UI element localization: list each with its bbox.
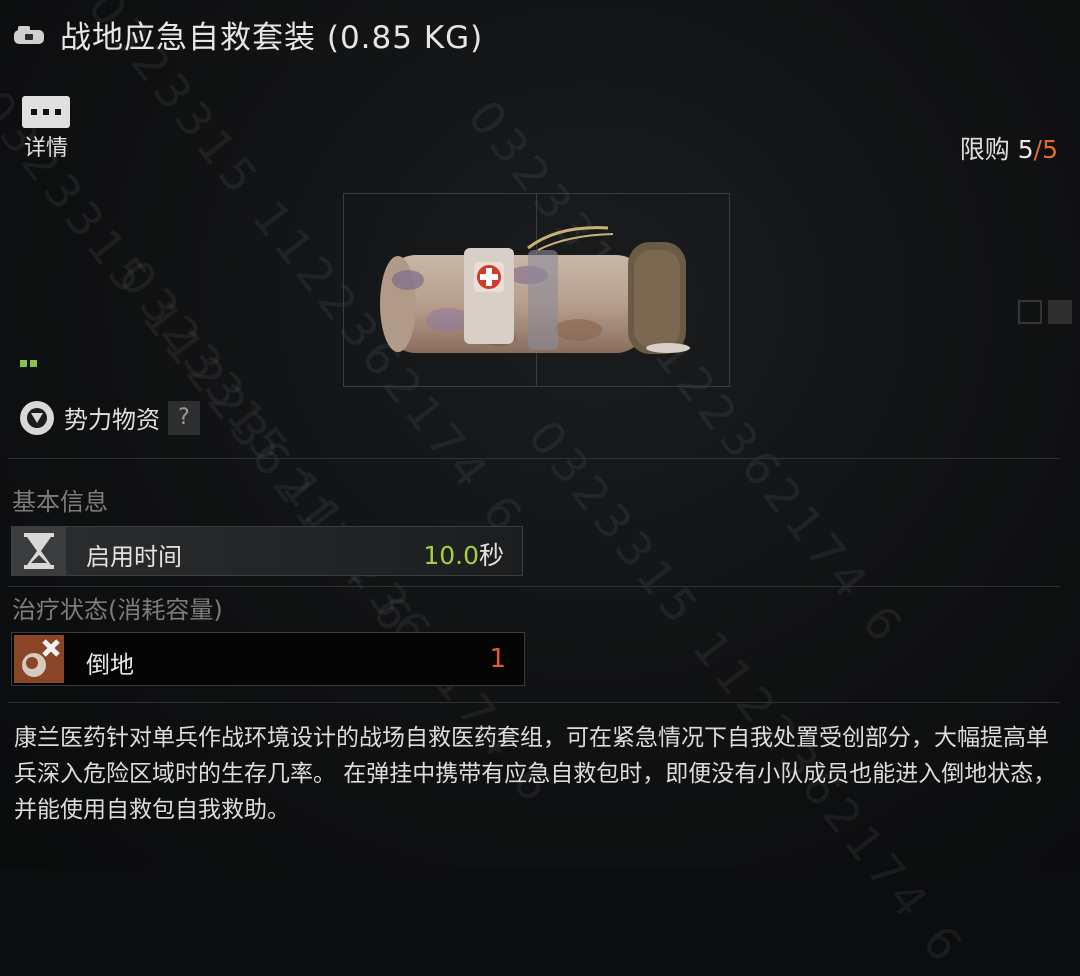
faction-label: 势力物资 [64,406,160,434]
help-button[interactable]: ? [168,400,200,435]
divider [8,458,1060,459]
downed-status-icon [14,635,64,683]
purchase-limit-max: 5 [1042,135,1058,164]
purchase-limit: 限购 5/5 [960,130,1058,166]
divider [8,702,1060,703]
detail-label: 详情 [23,136,68,161]
signal-icon [20,352,40,367]
detail-button[interactable]: 详情 [18,96,74,162]
dots-menu-icon [22,96,70,128]
use-time-row: 启用时间 10.0秒 [11,526,523,576]
purchase-limit-label: 限购 [959,135,1010,164]
basic-info-title: 基本信息 [12,488,108,516]
downed-value: 1 [489,644,506,674]
item-title-bar: 战地应急自救套装 (0.85 KG) [12,12,483,57]
purchase-limit-separator: / [1033,135,1043,164]
hourglass-icon [12,527,66,575]
faction-shield-icon [20,400,54,435]
use-time-value: 10.0秒 [423,536,504,572]
use-time-unit: 秒 [478,541,504,570]
item-title: 战地应急自救套装 (0.85 KG) [60,20,484,56]
toolbox-icon [12,24,46,46]
item-image [380,226,690,354]
purchase-limit-current: 5 [1017,135,1034,164]
item-description: 康兰医药针对单兵作战环境设计的战场自救医药套组，可在紧急情况下自我处置受创部分，… [14,725,1057,823]
use-time-label: 启用时间 [86,543,182,571]
treatment-title: 治疗状态(消耗容量) [12,596,223,624]
divider [8,586,1060,587]
downed-label: 倒地 [86,651,134,679]
faction-row: 势力物资 ? [20,400,200,435]
downed-status-row: 倒地 1 [11,632,525,686]
use-time-number: 10.0 [423,541,479,570]
expand-icon[interactable] [1018,300,1074,326]
